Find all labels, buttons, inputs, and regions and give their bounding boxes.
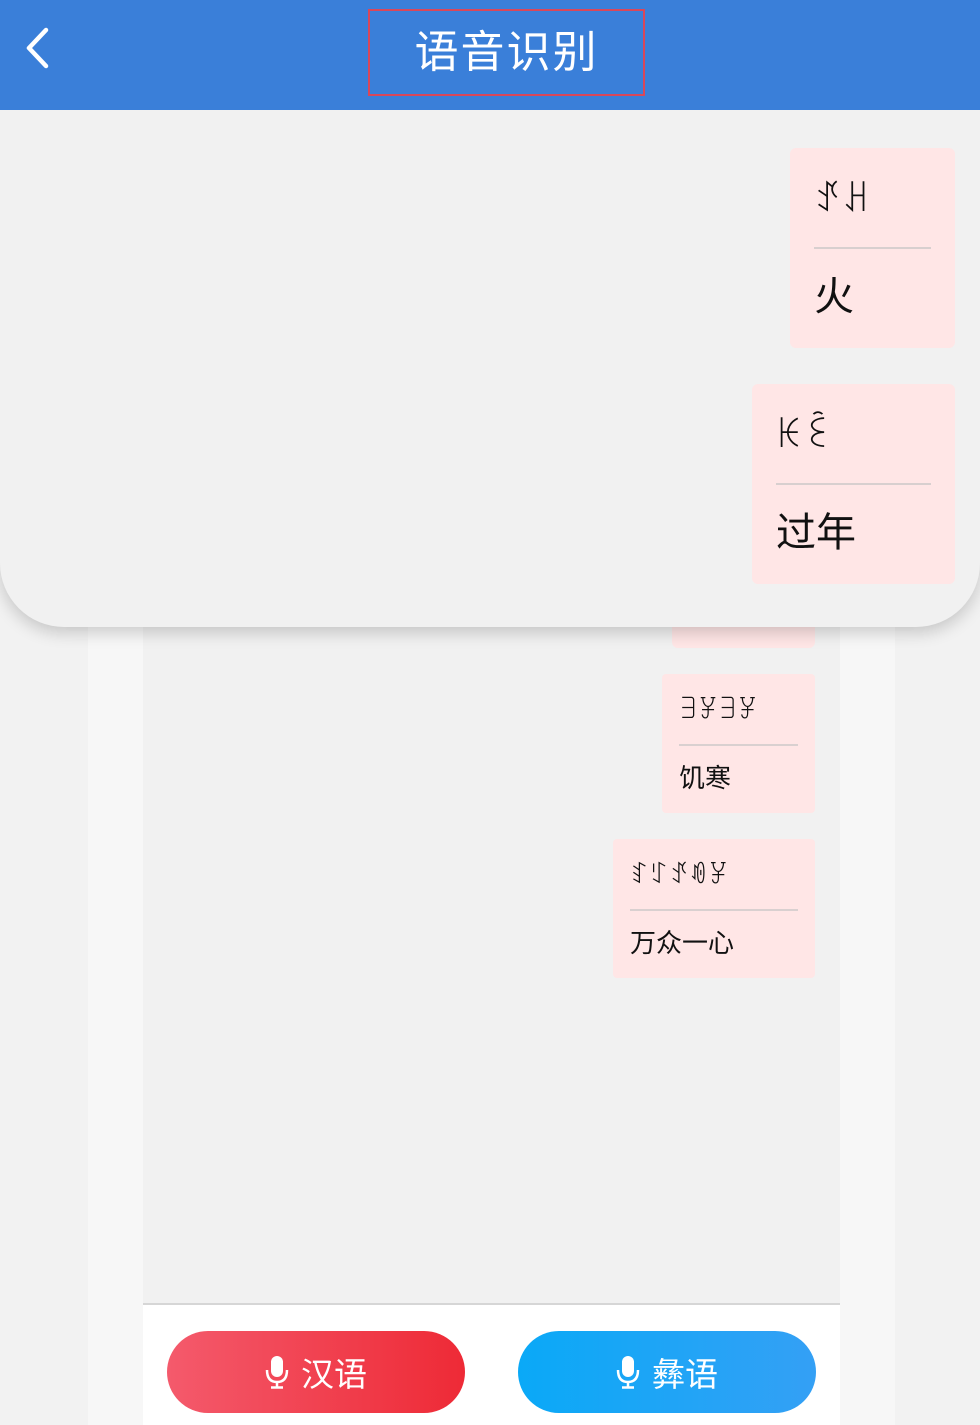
yi-voice-button-label: 彝语 <box>652 1355 718 1394</box>
chinese-voice-button-label: 汉语 <box>301 1355 367 1394</box>
background-side-far-right <box>895 600 980 1425</box>
yi-voice-button[interactable]: 彝语 <box>518 1331 816 1413</box>
back-button[interactable] <box>18 22 64 74</box>
chinese-voice-button[interactable]: 汉语 <box>167 1331 465 1413</box>
zoomed-overlay: 语音识别 ꀋꃅ 火 ꀘꏁ 过年 <box>0 0 980 627</box>
chat-bubble-hunger: ꎆꐯꎆꐯ 饥寒 <box>662 674 815 813</box>
chinese-text: 火 <box>814 274 854 320</box>
microphone-icon <box>265 1356 289 1389</box>
chat-bubble-fire: ꀋꃅ 火 <box>790 148 955 348</box>
yi-text: ꎆꐯꎆꐯ <box>679 696 758 724</box>
background-side-left <box>88 600 143 1425</box>
microphone-icon <box>616 1356 640 1389</box>
yi-text: ꆏꇰꀋꀑꐯ <box>630 861 729 889</box>
chevron-left-icon <box>26 27 49 69</box>
background-side-right <box>840 600 895 1425</box>
chinese-text: 饥寒 <box>679 764 732 794</box>
chinese-text: 过年 <box>776 510 856 556</box>
app-header: 语音识别 <box>0 0 980 110</box>
chat-bubble-new-year: ꀘꏁ 过年 <box>752 384 955 584</box>
chinese-text: 万众一心 <box>630 929 735 959</box>
yi-text: ꀋꃅ <box>814 180 872 220</box>
yi-text: ꀘꏁ <box>776 416 834 456</box>
chat-bubble-unity: ꆏꇰꀋꀑꐯ 万众一心 <box>613 839 815 978</box>
page-title: 语音识别 <box>414 27 599 78</box>
